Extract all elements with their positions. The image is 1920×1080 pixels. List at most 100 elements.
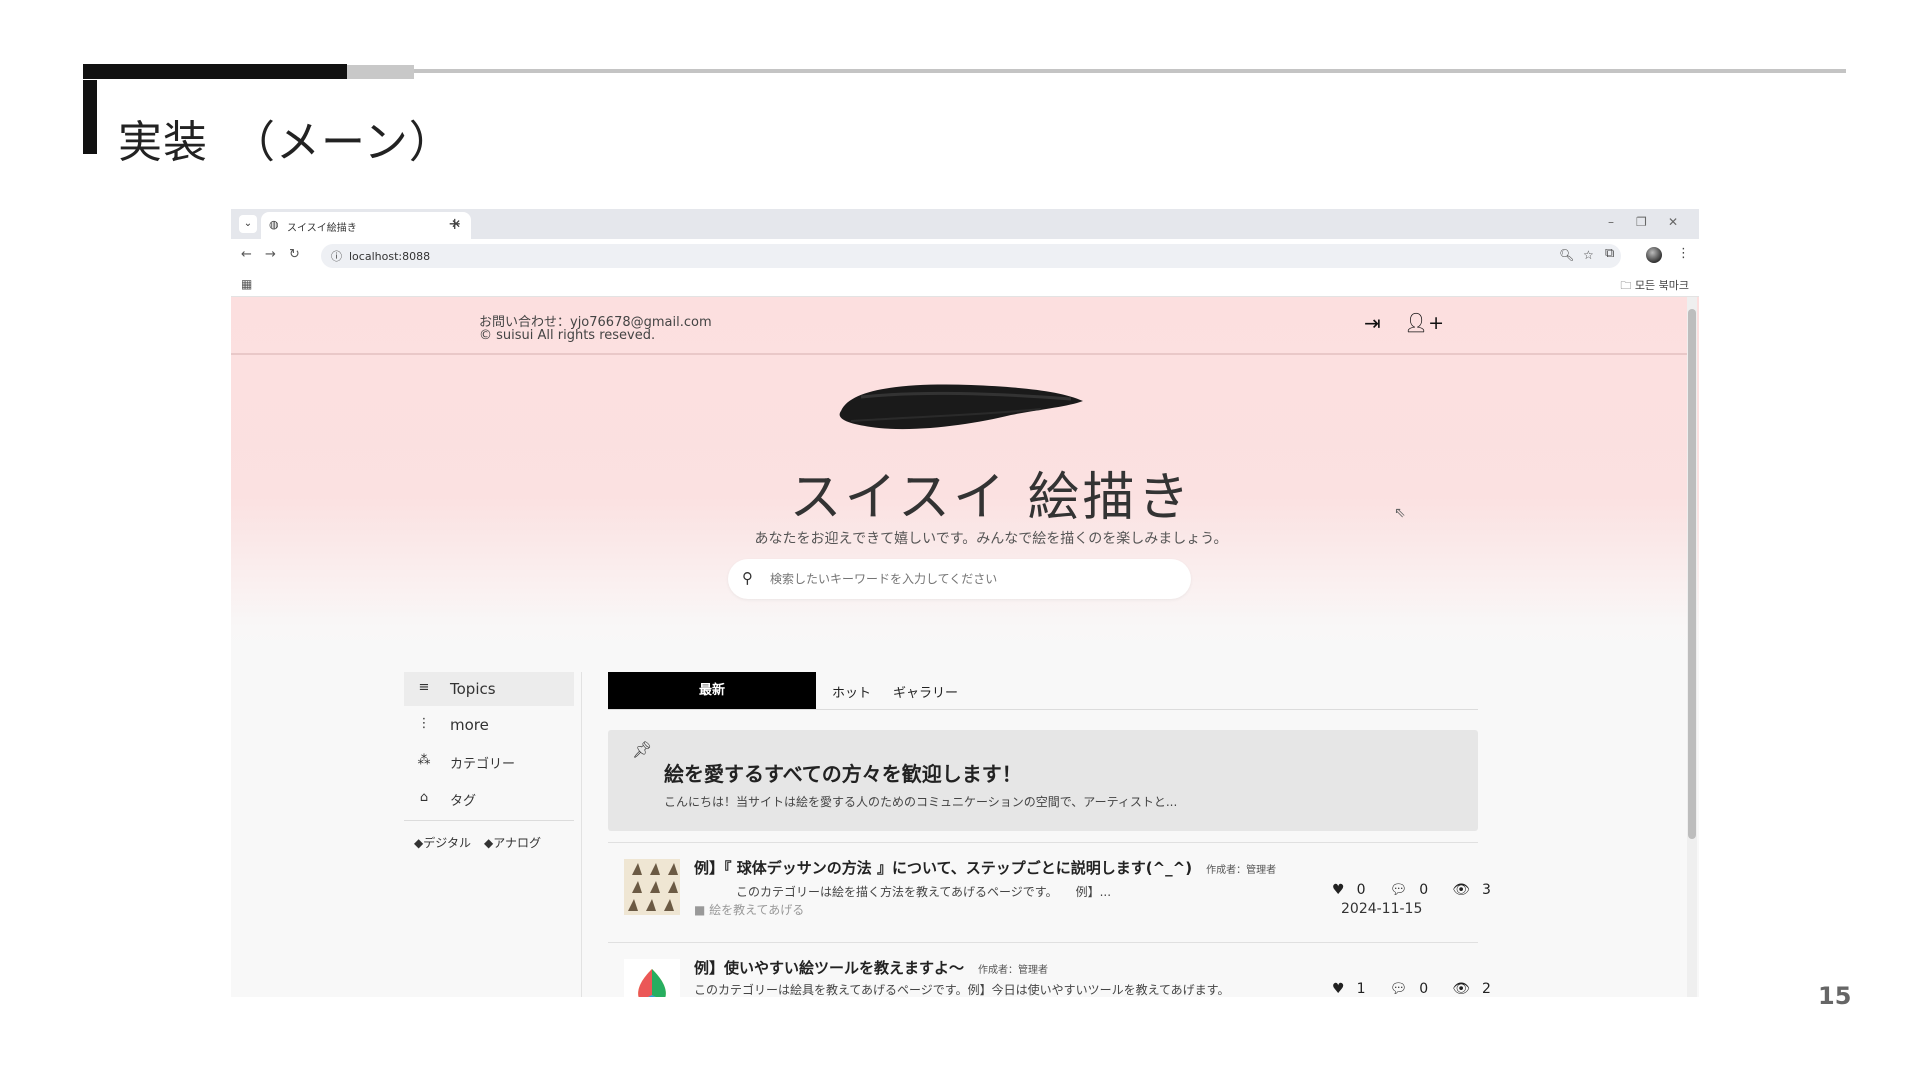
more-vertical-icon: ⋮ — [417, 716, 431, 731]
tags-icon: ⌂ — [419, 790, 429, 805]
search-input[interactable] — [768, 567, 1168, 591]
site-title: スイスイ 絵描き — [789, 468, 1193, 528]
tab-title: スイスイ絵描き — [287, 223, 357, 234]
views-stat: 👁︎ 2 — [1452, 981, 1503, 997]
search-bar[interactable]: ⚲ — [728, 559, 1191, 599]
title-rule-gray — [347, 65, 414, 79]
heart-icon: ♥ — [1332, 882, 1345, 898]
post-item[interactable]: 例】使いやすい絵ツールを教えますよ～ 作成者：管理者 このカテゴリーは絵具を教えて… — [608, 942, 1491, 997]
bookmark-star-icon[interactable]: ☆ — [1583, 248, 1594, 262]
tag-icon: ◆ — [414, 836, 424, 850]
shapes-icon: ⁂ — [417, 753, 431, 768]
reload-icon[interactable]: ↻ — [289, 247, 300, 262]
globe-icon: ◍ — [269, 218, 279, 231]
comments-stat: 💬︎ 0 — [1389, 882, 1440, 898]
comments-count: 0 — [1419, 882, 1429, 898]
title-accent-bar — [83, 80, 97, 154]
pinned-body: こんにちは！当サイトは絵を愛する人のためのコミュニケーションの空間で、アーティス… — [664, 795, 1178, 809]
list-icon: ≡ — [418, 680, 430, 695]
all-bookmarks-button[interactable]: 🗀 모든 북마크 — [1620, 277, 1689, 296]
tab-gallery[interactable]: ギャラリー — [893, 682, 958, 701]
tab-strip: ⌄ ◍ スイスイ絵描き ✕ + – ❐ ✕ — [231, 209, 1699, 239]
eye-icon: 👁︎ — [1452, 981, 1470, 997]
post-tabs: 最新 ホット ギャラリー — [608, 672, 1478, 710]
tag-label: デジタル — [423, 836, 471, 850]
tab-hot[interactable]: ホット — [832, 682, 871, 701]
site-topbar: お問い合わせ：yjo76678@gmail.com © suisui All r… — [231, 297, 1687, 355]
views-stat: 👁︎ 3 — [1452, 882, 1503, 898]
new-tab-icon[interactable]: + — [448, 214, 461, 233]
comment-icon: 💬︎ — [1389, 882, 1408, 898]
browser-window: ⌄ ◍ スイスイ絵描き ✕ + – ❐ ✕ ← → ↻ ⓘ localhost:… — [231, 209, 1699, 997]
url-text: localhost:8088 — [349, 250, 431, 263]
content-divider — [581, 672, 582, 997]
tag-digital[interactable]: ◆デジタル — [414, 834, 471, 851]
forward-icon[interactable]: → — [265, 247, 276, 262]
views-count: 2 — [1481, 981, 1491, 997]
site-tagline: あなたをお迎えできて嬉しいです。みんなで絵を描くのを楽しみましょう。 — [754, 531, 1228, 547]
all-bookmarks-label: 모든 북마크 — [1634, 279, 1689, 292]
browser-tab[interactable]: ◍ スイスイ絵描き ✕ — [261, 212, 471, 239]
post-author: 作成者：管理者 — [1206, 865, 1277, 876]
window-close-icon[interactable]: ✕ — [1668, 215, 1678, 229]
comments-count: 0 — [1419, 981, 1429, 997]
sidebar-item-category[interactable]: ⁂ カテゴリー — [404, 745, 574, 779]
eye-icon: 👁︎ — [1452, 882, 1470, 898]
likes-stat: ♥ 0 — [1332, 882, 1377, 898]
post-excerpt: このカテゴリーは絵具を教えてあげるページです。例】今日は使いやすいツールを教えて… — [694, 983, 1230, 997]
likes-count: 1 — [1356, 981, 1366, 997]
copyright-text: © suisui All rights reseved. — [479, 328, 656, 343]
add-user-icon[interactable]: 👤︎+ — [1404, 311, 1444, 334]
sidebar-item-label: カテゴリー — [450, 757, 516, 772]
sidebar-divider — [404, 820, 574, 821]
zoom-icon[interactable]: 🔍︎ — [1559, 248, 1574, 262]
sidebar-item-label: タグ — [450, 794, 477, 809]
scrollbar-thumb[interactable] — [1688, 309, 1696, 839]
category-icon: ■ — [694, 903, 710, 917]
likes-stat: ♥ 1 — [1332, 981, 1377, 997]
pinned-title: 絵を愛するすべての方々を歓迎します！ — [664, 762, 1022, 786]
apps-grid-icon[interactable]: ▦ — [241, 277, 252, 291]
login-icon[interactable]: ⇥ — [1364, 311, 1381, 335]
tab-search-button[interactable]: ⌄ — [239, 215, 257, 233]
sidebar-item-more[interactable]: ⋮ more — [404, 708, 574, 742]
browser-toolbar: ← → ↻ ⓘ localhost:8088 🔍︎ ☆ ⧉ ⋮ — [231, 239, 1699, 271]
back-icon[interactable]: ← — [241, 247, 252, 262]
post-author: 作成者：管理者 — [978, 965, 1049, 976]
likes-count: 0 — [1356, 882, 1366, 898]
heart-icon: ♥ — [1332, 981, 1345, 997]
sidebar: ≡ Topics ⋮ more ⁂ カテゴリー ⌂ タグ ◆デジタル ◆アナログ — [404, 672, 574, 997]
sidebar-item-topics[interactable]: ≡ Topics — [404, 672, 574, 706]
pinned-post[interactable]: 📌︎ 絵を愛するすべての方々を歓迎します！ こんにちは！当サイトは絵を愛する人の… — [608, 730, 1478, 831]
post-title-text: 例】使いやすい絵ツールを教えますよ～ — [694, 959, 965, 977]
tag-analog[interactable]: ◆アナログ — [484, 834, 541, 851]
post-thumbnail — [624, 859, 680, 915]
page-viewport: お問い合わせ：yjo76678@gmail.com © suisui All r… — [231, 297, 1699, 997]
tag-icon: ◆ — [484, 836, 494, 850]
site-info-icon[interactable]: ⓘ — [331, 248, 342, 264]
post-stats: ♥ 0 💬︎ 0 👁︎ 3 — [1332, 882, 1515, 898]
post-category-label: 絵を教えてあげる — [709, 903, 805, 917]
views-count: 3 — [1481, 882, 1491, 898]
title-rule-line — [414, 69, 1846, 73]
tab-latest[interactable]: 最新 — [608, 672, 816, 709]
menu-kebab-icon[interactable]: ⋮ — [1677, 246, 1690, 261]
tag-label: アナログ — [493, 836, 541, 850]
post-item[interactable]: 例】『 球体デッサンの方法 』について、ステップごとに説明します(^_^) 作成者… — [608, 842, 1491, 942]
profile-avatar[interactable] — [1646, 247, 1662, 263]
sidebar-item-label: Topics — [450, 680, 496, 698]
post-category[interactable]: ■ 絵を教えてあげる — [694, 901, 804, 918]
comment-icon: 💬︎ — [1389, 981, 1408, 997]
minimize-icon[interactable]: – — [1608, 215, 1614, 229]
post-date: 2024-11-15 — [1341, 901, 1423, 917]
sidebar-item-tags[interactable]: ⌂ タグ — [404, 782, 574, 816]
address-bar[interactable]: ⓘ localhost:8088 🔍︎ ☆ — [321, 244, 1621, 268]
post-title: 例】使いやすい絵ツールを教えますよ～ 作成者：管理者 — [694, 957, 1048, 978]
post-title: 例】『 球体デッサンの方法 』について、ステップごとに説明します(^_^) 作成者… — [694, 857, 1276, 878]
extensions-icon[interactable]: ⧉ — [1605, 246, 1614, 261]
post-title-text: 例】『 球体デッサンの方法 』について、ステップごとに説明します(^_^) — [694, 859, 1193, 877]
post-excerpt: このカテゴリーは絵を描く方法を教えてあげるページです。 例】... — [736, 885, 1112, 899]
restore-icon[interactable]: ❐ — [1636, 215, 1647, 229]
mouse-cursor-icon: ⇖ — [1394, 505, 1406, 521]
pin-icon: 📌︎ — [632, 740, 653, 759]
